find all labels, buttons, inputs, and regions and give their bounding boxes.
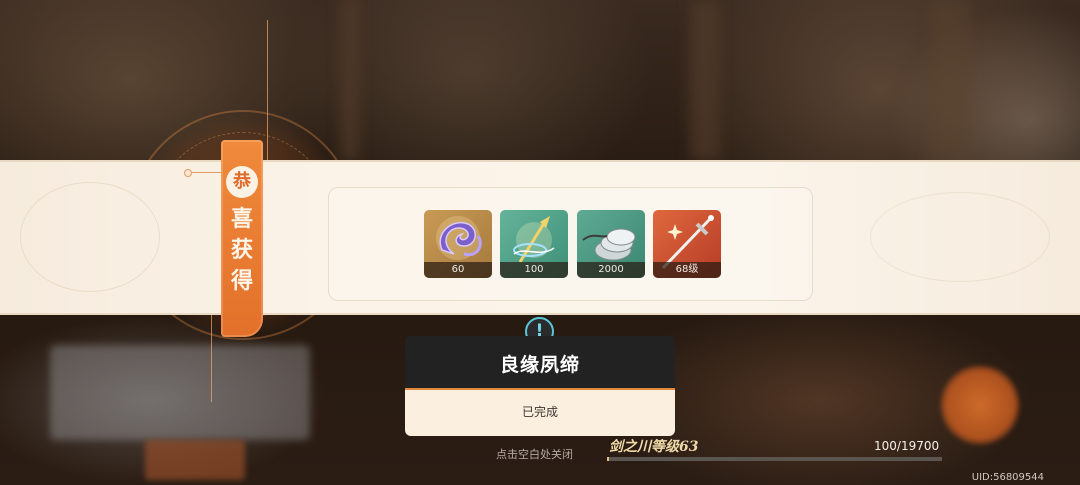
ribbon-char: 得	[230, 268, 253, 294]
xp-progress-fill	[607, 457, 609, 461]
reward-item[interactable]: 68级	[653, 210, 721, 278]
close-hint[interactable]: 点击空白处关闭	[496, 446, 573, 462]
reward-banner: 60 100 2000 68级	[0, 160, 1080, 315]
level-label: 剑之川等级63	[609, 439, 699, 455]
congrats-ribbon: 恭 喜 获 得	[221, 140, 263, 337]
rewards-frame	[328, 187, 813, 301]
reward-item[interactable]: 2000	[577, 210, 645, 278]
reward-item[interactable]: 60	[424, 210, 492, 278]
quest-title: 良缘夙缔	[405, 336, 675, 389]
xp-progress-bar	[607, 457, 942, 461]
reward-count: 60	[424, 262, 492, 278]
ribbon-connector	[184, 169, 224, 177]
ribbon-char: 喜	[230, 206, 253, 232]
ribbon-char: 获	[230, 237, 253, 263]
reward-count: 100	[500, 262, 568, 278]
ribbon-title: 喜 获 得	[221, 204, 263, 297]
decorative-line	[267, 20, 268, 160]
uid-label: UID:56809544	[971, 472, 1044, 483]
reward-count: 2000	[577, 262, 645, 278]
ribbon-badge: 恭	[226, 166, 258, 198]
reward-item[interactable]: 100	[500, 210, 568, 278]
reward-count: 68级	[653, 262, 721, 278]
quest-status: 已完成	[405, 390, 675, 436]
xp-text: 100/19700	[874, 439, 940, 453]
quest-panel: 良缘夙缔 已完成	[405, 336, 675, 436]
